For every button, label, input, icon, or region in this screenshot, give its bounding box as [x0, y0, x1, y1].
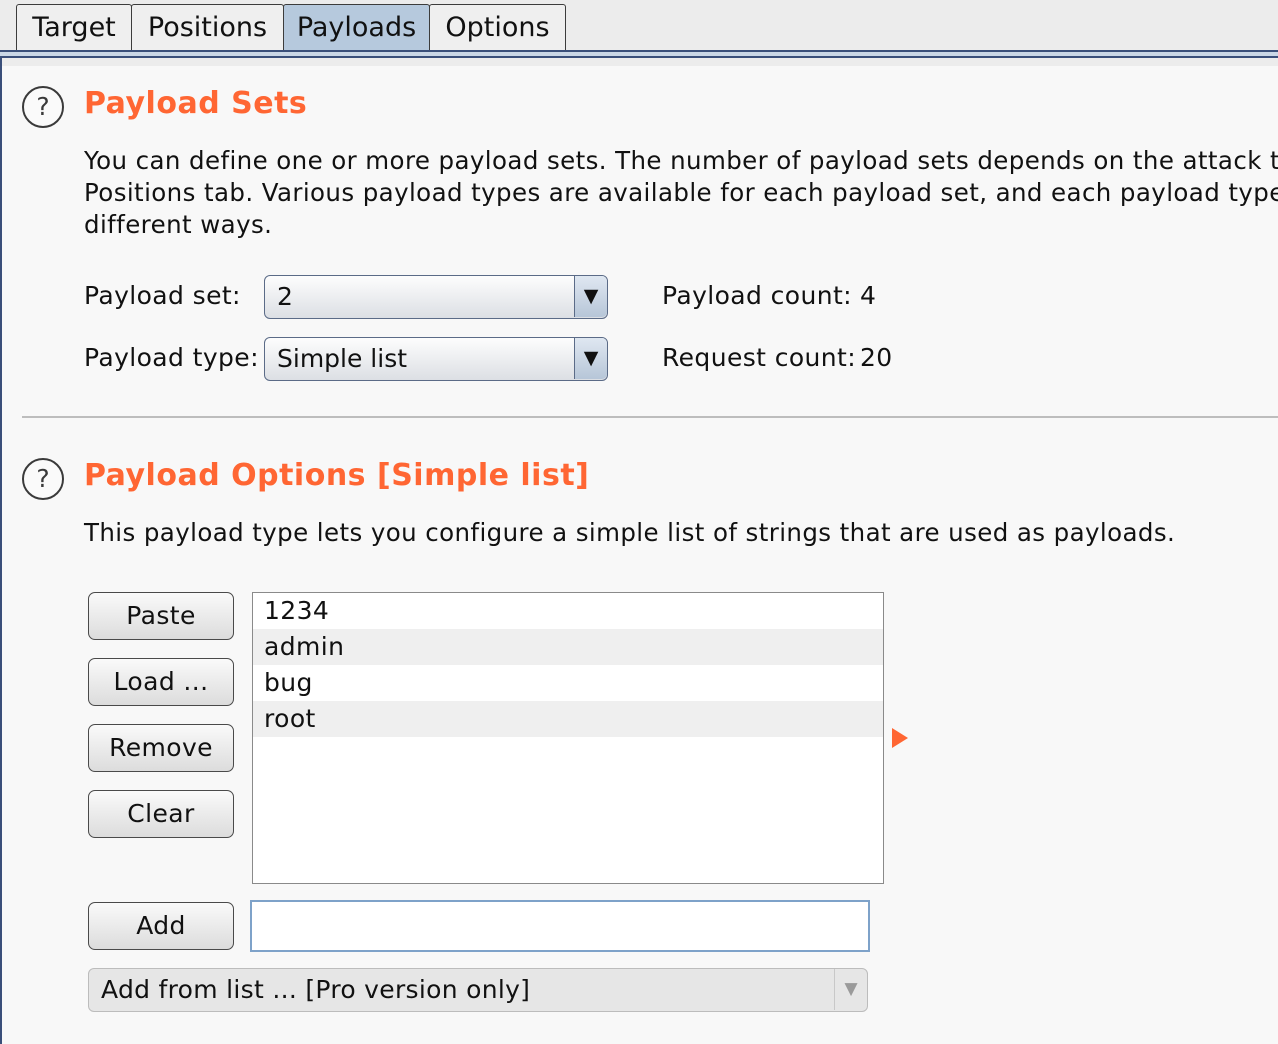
payload-sets-description-line-2: Positions tab. Various payload types are… — [84, 178, 1278, 207]
add-from-list-select: Add from list ... [Pro version only] ▼ — [88, 968, 868, 1012]
tab-border-bottom — [0, 56, 1278, 58]
tab-target[interactable]: Target — [16, 4, 132, 50]
chevron-down-icon[interactable]: ▼ — [574, 338, 607, 379]
panel-left-border — [0, 58, 2, 1044]
payload-options-description: This payload type lets you configure a s… — [84, 518, 1176, 547]
payload-list[interactable]: 1234 admin bug root — [252, 592, 884, 884]
chevron-down-icon[interactable]: ▼ — [574, 276, 607, 317]
payload-sets-description-line-1: You can define one or more payload sets.… — [84, 146, 1278, 175]
chevron-down-icon: ▼ — [834, 969, 867, 1010]
list-item[interactable]: root — [253, 701, 883, 737]
payload-set-select[interactable]: 2 ▼ — [264, 275, 608, 319]
payload-sets-title: Payload Sets — [84, 86, 308, 121]
tab-payloads[interactable]: Payloads — [283, 4, 430, 50]
list-item[interactable]: bug — [253, 665, 883, 701]
list-item[interactable]: 1234 — [253, 593, 883, 629]
payload-type-label: Payload type: — [84, 343, 259, 372]
paste-button[interactable]: Paste — [88, 592, 234, 640]
load-button[interactable]: Load ... — [88, 658, 234, 706]
help-icon[interactable]: ? — [22, 86, 64, 128]
tab-options[interactable]: Options — [429, 4, 566, 50]
triangle-right-icon — [892, 728, 908, 748]
add-from-list-value: Add from list ... [Pro version only] — [101, 975, 531, 1004]
tab-positions[interactable]: Positions — [131, 4, 284, 50]
payload-count-label: Payload count: — [662, 281, 852, 310]
clear-button[interactable]: Clear — [88, 790, 234, 838]
payload-set-value: 2 — [277, 282, 293, 311]
add-payload-input[interactable] — [250, 900, 870, 952]
request-count-value: 20 — [860, 343, 893, 372]
payload-count-value: 4 — [860, 281, 877, 310]
list-item[interactable]: admin — [253, 629, 883, 665]
request-count-label: Request count: — [662, 343, 857, 372]
payload-sets-description-line-3: different ways. — [84, 210, 273, 239]
payload-options-title: Payload Options [Simple list] — [84, 458, 590, 493]
section-divider — [22, 416, 1278, 418]
add-button[interactable]: Add — [88, 902, 234, 950]
remove-button[interactable]: Remove — [88, 724, 234, 772]
payload-type-select[interactable]: Simple list ▼ — [264, 337, 608, 381]
payload-set-label: Payload set: — [84, 281, 241, 310]
payload-type-value: Simple list — [277, 344, 408, 373]
help-icon[interactable]: ? — [22, 458, 64, 500]
